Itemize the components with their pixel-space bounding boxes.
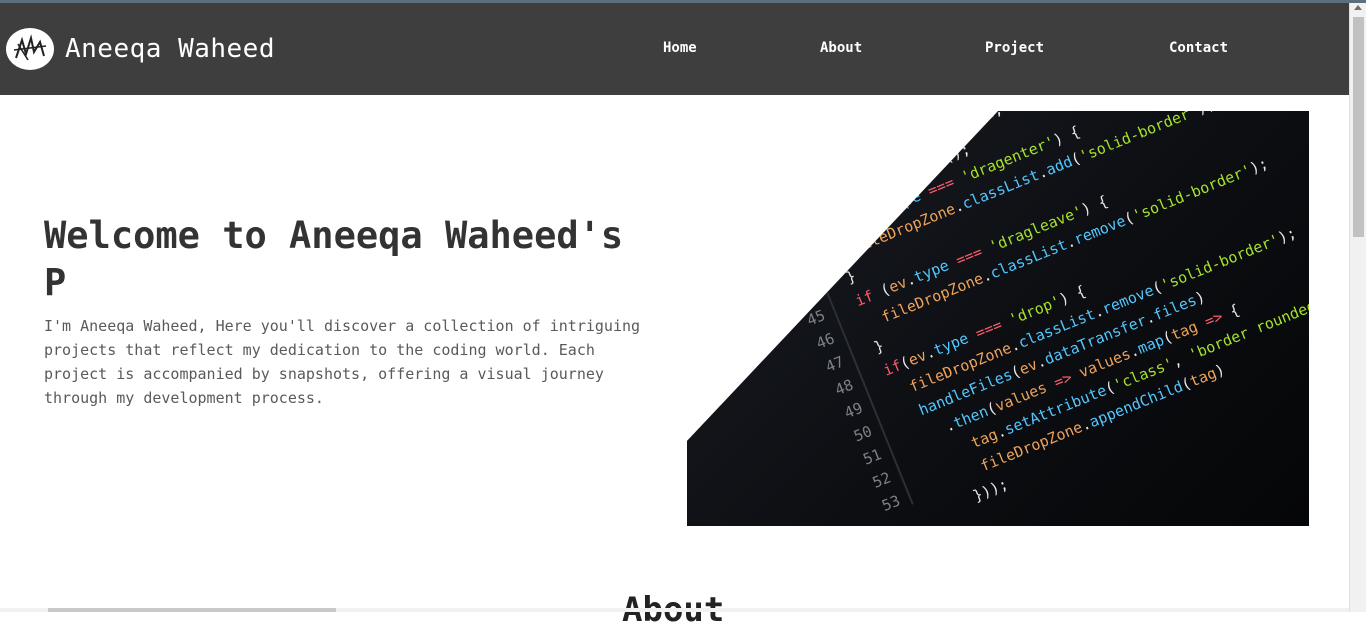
nav-about-link[interactable]: About [820,40,862,56]
brand-name[interactable]: Aneeqa Waheed [65,34,275,64]
scroll-up-arrow-icon[interactable] [1354,5,1362,10]
horizontal-scrollbar[interactable] [0,608,1349,612]
hero-title: Welcome to Aneeqa Waheed's P [44,214,624,304]
scrollbar-thumb[interactable] [1353,17,1364,237]
hero-description: I'm Aneeqa Waheed, Here you'll discover … [44,317,641,407]
code-screenshot: => { one.addEventListener(e, (ev) => { .… [779,111,1309,526]
navbar: Aneeqa Waheed Home About Project Contact [0,3,1349,95]
signature-logo-icon[interactable] [6,28,54,70]
horizontal-scrollbar-thumb[interactable] [48,608,336,612]
vertical-scrollbar[interactable] [1349,3,1366,612]
nav-contact-link[interactable]: Contact [1169,40,1228,56]
nav-project-link[interactable]: Project [985,40,1044,56]
nav-home-link[interactable]: Home [663,40,697,56]
hero-code-image: => { one.addEventListener(e, (ev) => { .… [687,111,1309,526]
